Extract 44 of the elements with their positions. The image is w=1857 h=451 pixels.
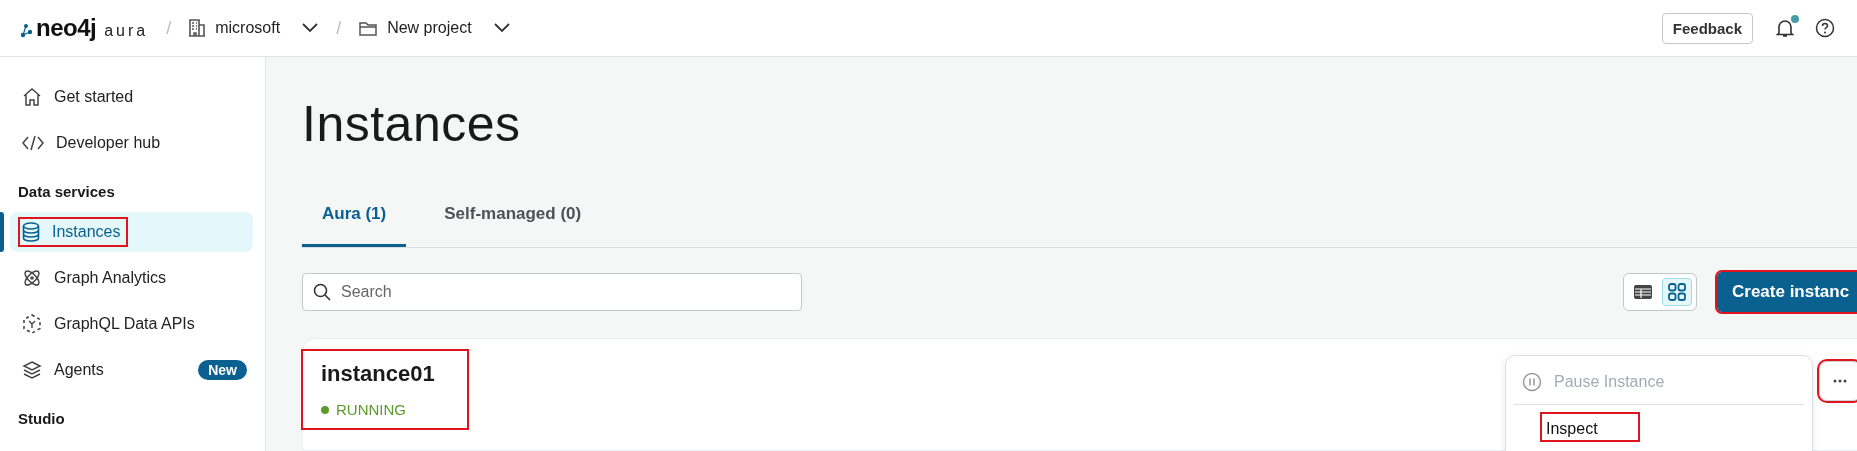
logo-product-name: aura xyxy=(104,20,149,40)
instance-name[interactable]: instance01 xyxy=(321,361,467,387)
tab[interactable]: Aura (1) xyxy=(302,196,407,247)
search-field[interactable]: Search xyxy=(302,273,802,311)
sidebar-item[interactable]: Get started xyxy=(10,77,253,117)
sidebar-item[interactable]: Developer hub xyxy=(10,123,253,163)
tab[interactable]: Self-managed (0) xyxy=(424,196,602,247)
logo-wordmark[interactable]: neo4j xyxy=(36,16,97,40)
table-icon xyxy=(1634,285,1652,299)
section-heading: Studio xyxy=(17,409,66,429)
status-label: RUNNING xyxy=(336,401,406,418)
menu-item[interactable]: Inspect xyxy=(1514,405,1804,449)
sidebar-item[interactable]: Graph Analytics xyxy=(10,258,253,298)
breadcrumb-link[interactable]: New project xyxy=(387,19,472,37)
bell-icon[interactable] xyxy=(1775,18,1795,38)
ellipsis-icon xyxy=(1833,379,1847,383)
section-heading: Data services xyxy=(17,182,116,202)
sidebar-item[interactable]: Agents New xyxy=(10,350,253,390)
dashed-hexagon-icon xyxy=(22,314,42,334)
feedback-button[interactable]: Feedback xyxy=(1661,12,1753,44)
breadcrumb-separator: / xyxy=(336,17,342,39)
create-instance-button[interactable]: Create instanc xyxy=(1717,272,1857,312)
active-indicator xyxy=(0,212,4,252)
logo-icon xyxy=(20,22,34,38)
database-icon xyxy=(22,222,40,242)
atom-icon xyxy=(22,268,42,288)
breadcrumb-link[interactable]: microsoft xyxy=(215,19,281,37)
building-icon xyxy=(189,19,206,37)
sidebar-item[interactable]: GraphQL Data APIs xyxy=(10,304,253,344)
new-badge: New xyxy=(198,360,247,380)
page-title: Instances xyxy=(302,97,522,152)
grid-icon xyxy=(1668,283,1686,301)
folder-icon xyxy=(359,20,378,36)
house-icon xyxy=(22,87,42,107)
pause-icon xyxy=(1522,372,1542,392)
grid-view-button[interactable] xyxy=(1662,278,1692,306)
code-icon xyxy=(22,135,44,151)
help-icon[interactable] xyxy=(1815,18,1835,38)
more-options-button[interactable] xyxy=(1819,361,1857,401)
sidebar-item[interactable]: Instances xyxy=(10,212,253,252)
chevron-down-icon[interactable] xyxy=(302,23,319,33)
layers-icon xyxy=(22,360,42,380)
breadcrumb-separator: / xyxy=(166,17,172,39)
chevron-down-icon[interactable] xyxy=(493,23,510,33)
